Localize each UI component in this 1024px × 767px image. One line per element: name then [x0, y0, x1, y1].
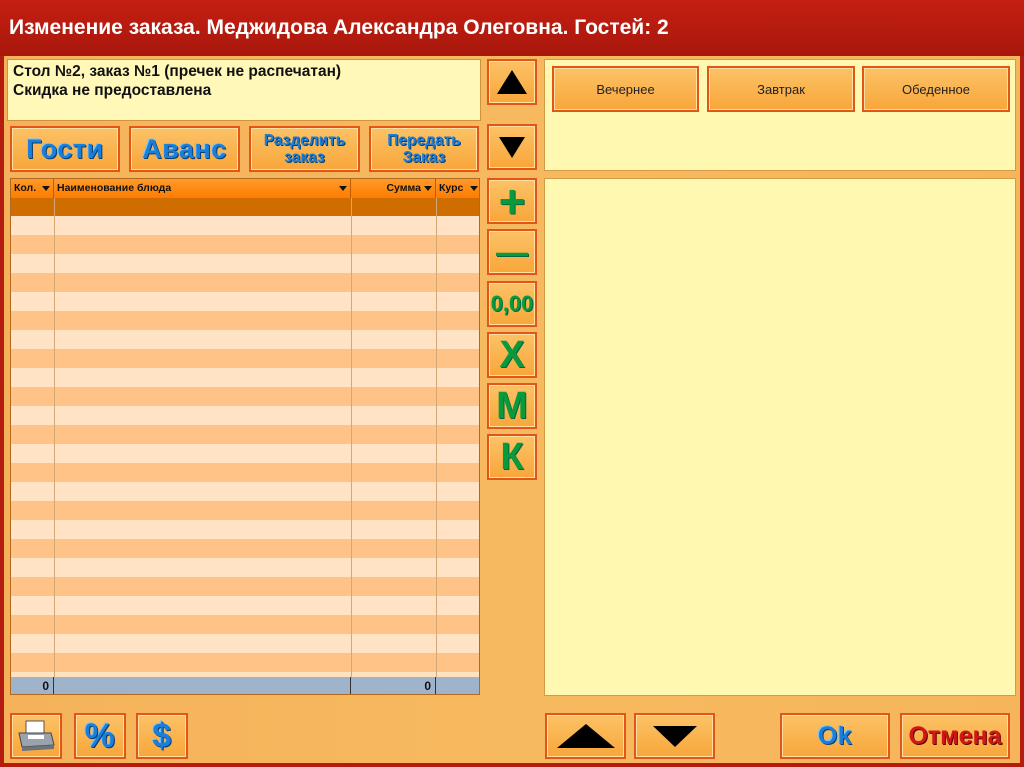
- guests-button[interactable]: Гости: [10, 126, 120, 172]
- table-row[interactable]: [11, 216, 479, 235]
- column-divider: [436, 198, 437, 677]
- m-label: M: [496, 384, 528, 427]
- dollar-icon: $: [152, 716, 172, 755]
- split-order-label-1: Разделить: [263, 132, 346, 149]
- order-items-grid[interactable]: Кол. Наименование блюда Сумма Курс 0 0: [10, 178, 480, 695]
- k-label: К: [500, 435, 524, 478]
- table-row[interactable]: [11, 463, 479, 482]
- menu-lunch-label: Обеденное: [902, 81, 970, 97]
- sort-arrow-icon: [424, 186, 432, 191]
- cancel-button[interactable]: Отмена: [900, 713, 1010, 759]
- column-header-dish-name[interactable]: Наименование блюда: [54, 179, 351, 198]
- table-row[interactable]: [11, 539, 479, 558]
- table-row[interactable]: [11, 653, 479, 672]
- print-button[interactable]: [10, 713, 62, 759]
- arrow-up-icon: [556, 724, 615, 748]
- scroll-down-button[interactable]: [487, 124, 537, 170]
- table-row[interactable]: [11, 482, 479, 501]
- arrow-up-icon: [497, 70, 527, 94]
- printer-icon: [18, 720, 55, 751]
- cancel-label: Отмена: [908, 721, 1002, 750]
- discount-button[interactable]: %: [74, 713, 126, 759]
- table-row[interactable]: [11, 444, 479, 463]
- table-row[interactable]: [11, 368, 479, 387]
- set-price-button[interactable]: 0,00: [487, 281, 537, 327]
- menu-evening-button[interactable]: Вечернее: [552, 66, 699, 112]
- price-label: 0,00: [490, 291, 534, 316]
- grid-footer: 0 0: [11, 677, 479, 694]
- arrow-down-icon: [652, 725, 697, 747]
- remove-quantity-button[interactable]: —: [487, 229, 537, 275]
- transfer-order-label-2: Заказ: [402, 149, 446, 166]
- table-row[interactable]: [11, 501, 479, 520]
- window-title: Изменение заказа. Меджидова Александра О…: [0, 0, 1024, 56]
- ok-button[interactable]: Ok: [780, 713, 890, 759]
- table-row[interactable]: [11, 406, 479, 425]
- order-info-line2: Скидка не предоставлена: [13, 82, 212, 99]
- ok-label: Ok: [817, 721, 853, 750]
- sort-arrow-icon: [470, 186, 478, 191]
- table-row[interactable]: [11, 425, 479, 444]
- table-row[interactable]: [11, 292, 479, 311]
- table-row[interactable]: [11, 634, 479, 653]
- percent-icon: %: [84, 716, 116, 755]
- table-row[interactable]: [11, 387, 479, 406]
- minus-icon: —: [496, 233, 528, 270]
- split-order-label-2: заказ: [284, 149, 325, 166]
- advance-button[interactable]: Аванс: [129, 126, 240, 172]
- table-row[interactable]: [11, 349, 479, 368]
- scroll-up-button[interactable]: [487, 59, 537, 105]
- menu-breakfast-label: Завтрак: [757, 81, 805, 97]
- menu-evening-label: Вечернее: [596, 81, 655, 97]
- menu-breakfast-button[interactable]: Завтрак: [707, 66, 855, 112]
- table-row[interactable]: [11, 520, 479, 539]
- grid-header: Кол. Наименование блюда Сумма Курс: [11, 179, 479, 198]
- table-row[interactable]: [11, 615, 479, 634]
- table-row[interactable]: [11, 273, 479, 292]
- k-button[interactable]: К: [487, 434, 537, 480]
- table-row[interactable]: [11, 558, 479, 577]
- table-row[interactable]: [11, 311, 479, 330]
- add-quantity-button[interactable]: +: [487, 178, 537, 224]
- footer-sum-total: 0: [351, 677, 436, 694]
- menu-lunch-button[interactable]: Обеденное: [862, 66, 1010, 112]
- order-info-panel: Стол №2, заказ №1 (пречек не распечатан)…: [7, 59, 481, 121]
- footer-qty-total: 0: [11, 677, 54, 694]
- table-row[interactable]: [11, 254, 479, 273]
- menu-scroll-up-button[interactable]: [545, 713, 626, 759]
- transfer-order-label-1: Передать: [387, 132, 461, 149]
- order-info-line1: Стол №2, заказ №1 (пречек не распечатан): [13, 63, 342, 80]
- table-row[interactable]: [11, 330, 479, 349]
- arrow-down-icon: [499, 136, 525, 158]
- table-row[interactable]: [11, 596, 479, 615]
- footer-spacer: [54, 677, 351, 694]
- table-row[interactable]: [11, 235, 479, 254]
- selected-row[interactable]: [11, 198, 479, 216]
- column-header-sum[interactable]: Сумма: [351, 179, 436, 198]
- column-header-course[interactable]: Курс: [436, 179, 479, 198]
- guests-button-label: Гости: [26, 133, 104, 164]
- sort-arrow-icon: [339, 186, 347, 191]
- column-divider: [54, 198, 55, 677]
- column-divider: [351, 198, 352, 677]
- grid-rows: [11, 216, 479, 672]
- plus-icon: +: [498, 175, 526, 227]
- advance-button-label: Аванс: [142, 133, 227, 164]
- payment-button[interactable]: $: [136, 713, 188, 759]
- split-order-button[interactable]: Разделить заказ: [249, 126, 360, 172]
- column-header-qty[interactable]: Кол.: [11, 179, 54, 198]
- menu-scroll-down-button[interactable]: [634, 713, 715, 759]
- menu-items-panel: [544, 178, 1016, 696]
- m-button[interactable]: M: [487, 383, 537, 429]
- x-button[interactable]: X: [487, 332, 537, 378]
- transfer-order-button[interactable]: Передать Заказ: [369, 126, 479, 172]
- x-label: X: [499, 333, 525, 376]
- table-row[interactable]: [11, 577, 479, 596]
- sort-arrow-icon: [42, 186, 50, 191]
